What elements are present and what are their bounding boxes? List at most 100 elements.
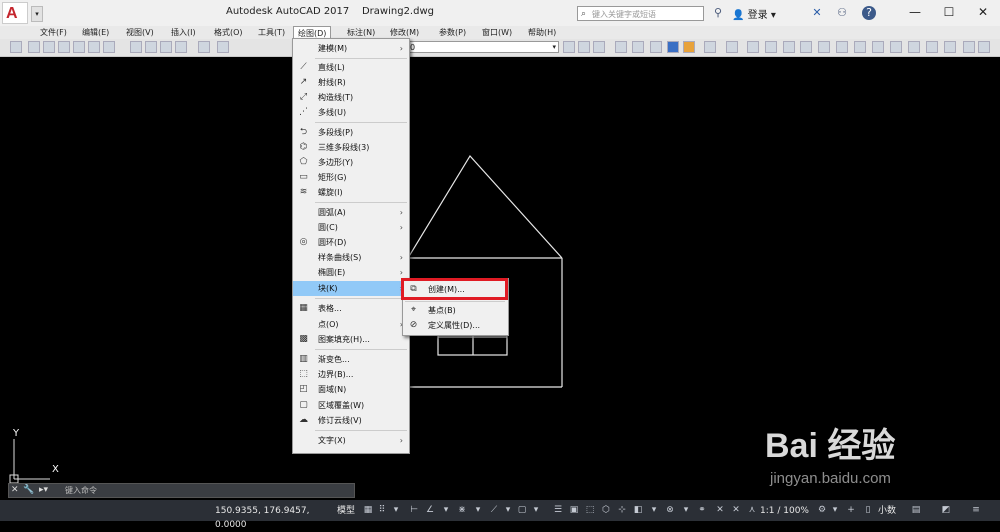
menu-insert[interactable]: 插入(I) xyxy=(167,26,200,39)
menu-edit[interactable]: 编辑(E) xyxy=(78,26,113,39)
menu-item-xline[interactable]: ⤢ 构造线(T) xyxy=(293,90,409,105)
toolbar-button[interactable] xyxy=(963,41,975,53)
menu-item-text[interactable]: 文字(X) › xyxy=(293,433,409,448)
model-space-button[interactable]: 模型 xyxy=(337,504,355,518)
toolbar-button[interactable] xyxy=(88,41,100,53)
auto-scale-icon[interactable]: ✕ xyxy=(730,504,742,516)
osnap-tracking-icon[interactable]: ⟋ xyxy=(488,504,500,516)
minimize-button[interactable]: — xyxy=(898,0,932,24)
annotation-scale-icon[interactable]: ✕ xyxy=(714,504,726,516)
command-line[interactable]: ✕ 🔧 ▸▾ 键入命令 xyxy=(8,483,355,498)
menu-item-wipeout[interactable]: ▢ 区域覆盖(W) xyxy=(293,398,409,413)
help-icon[interactable]: ? xyxy=(862,6,876,20)
toolbar-button[interactable] xyxy=(28,41,40,53)
menu-window[interactable]: 窗口(W) xyxy=(478,26,516,39)
toolbar-button[interactable] xyxy=(818,41,830,53)
toolbar-button[interactable] xyxy=(578,41,590,53)
toolbar-button[interactable] xyxy=(615,41,627,53)
ortho-icon[interactable]: ⊢ xyxy=(408,504,420,516)
menu-format[interactable]: 格式(O) xyxy=(210,26,247,39)
toolbar-button[interactable] xyxy=(800,41,812,53)
menu-item-mline[interactable]: ⋰ 多线(U) xyxy=(293,105,409,120)
menu-item-define-attribute[interactable]: ⊘ 定义属性(D)... xyxy=(403,318,508,333)
quick-access-dropdown[interactable]: ▾ xyxy=(31,6,43,22)
toolbar-button[interactable] xyxy=(704,41,716,53)
toolbar-button[interactable] xyxy=(747,41,759,53)
toolbar-button[interactable] xyxy=(683,41,695,53)
toolbar-button[interactable] xyxy=(130,41,142,53)
3d-osnap-icon[interactable]: ⬡ xyxy=(600,504,612,516)
toolbar-button[interactable] xyxy=(978,41,990,53)
toolbar-button[interactable] xyxy=(908,41,920,53)
menu-item-boundary[interactable]: ⬚ 边界(B)... xyxy=(293,367,409,382)
grid-icon[interactable]: ▦ xyxy=(362,504,374,516)
toolbar-button[interactable] xyxy=(726,41,738,53)
toolbar-button[interactable] xyxy=(73,41,85,53)
menu-item-ray[interactable]: ↗ 射线(R) xyxy=(293,75,409,90)
customize-menu-icon[interactable]: ≡ xyxy=(970,504,982,516)
toolbar-button[interactable] xyxy=(43,41,55,53)
menu-item-modeling[interactable]: 建模(M) › xyxy=(293,41,409,56)
menu-item-spline[interactable]: 样条曲线(S) › xyxy=(293,250,409,265)
toolbar-button[interactable] xyxy=(160,41,172,53)
toolbar-button[interactable] xyxy=(783,41,795,53)
menu-parametric[interactable]: 参数(P) xyxy=(435,26,470,39)
annotation-visibility-icon[interactable]: ⚭ xyxy=(696,504,708,516)
menu-item-ellipse[interactable]: 椭圆(E) › xyxy=(293,265,409,280)
menu-item-donut[interactable]: ◎ 圆环(D) xyxy=(293,235,409,250)
maximize-button[interactable]: ☐ xyxy=(932,0,966,24)
wrench-icon[interactable]: 🔧 xyxy=(23,484,34,497)
toolbar-button[interactable] xyxy=(667,41,679,53)
command-close-icon[interactable]: ✕ xyxy=(11,484,19,497)
annotation-scale-value[interactable]: 1:1 / 100% xyxy=(760,504,809,518)
menu-item-table[interactable]: ▦ 表格... xyxy=(293,301,409,316)
search-input[interactable]: ⌕ 键入关键字或短语 xyxy=(577,6,704,21)
binoculars-icon[interactable]: ⚲ xyxy=(711,6,725,20)
coordinates-readout[interactable]: 150.9355, 176.9457, 0.0000 xyxy=(215,504,335,530)
menu-item-3dpoly[interactable]: ⌬ 三维多段线(3) xyxy=(293,140,409,155)
zoom-icon[interactable] xyxy=(217,41,229,53)
menu-tools[interactable]: 工具(T) xyxy=(254,26,289,39)
toolbar-button[interactable] xyxy=(944,41,956,53)
chevron-down-icon[interactable]: ▾ xyxy=(648,504,660,516)
toolbar-button[interactable] xyxy=(563,41,575,53)
chevron-down-icon[interactable]: ▾ xyxy=(829,504,841,516)
menu-item-hatch[interactable]: ▩ 图案填充(H)... xyxy=(293,332,409,347)
menu-file[interactable]: 文件(F) xyxy=(36,26,71,39)
toolbar-button[interactable] xyxy=(872,41,884,53)
menu-item-circle[interactable]: 圆(C) › xyxy=(293,220,409,235)
gear-icon[interactable]: ⚙ xyxy=(816,504,828,516)
menu-help[interactable]: 帮助(H) xyxy=(524,26,560,39)
menu-item-line[interactable]: ⟋ 直线(L) xyxy=(293,60,409,75)
isodraft-icon[interactable]: ⋇ xyxy=(456,504,468,516)
toolbar-button[interactable] xyxy=(632,41,644,53)
chevron-down-icon[interactable]: ▾ xyxy=(502,504,514,516)
menu-view[interactable]: 视图(V) xyxy=(122,26,158,39)
chevron-down-icon[interactable]: ▾ xyxy=(680,504,692,516)
gizmo-icon[interactable]: ⊗ xyxy=(664,504,676,516)
units-icon[interactable]: ▯ xyxy=(862,504,874,516)
menu-item-block-basepoint[interactable]: ⌖ 基点(B) xyxy=(403,303,508,318)
selection-filter-icon[interactable]: ◧ xyxy=(632,504,644,516)
close-button[interactable]: ✕ xyxy=(966,0,1000,24)
isolate-objects-icon[interactable]: ◩ xyxy=(940,504,952,516)
toolbar-button[interactable] xyxy=(145,41,157,53)
menu-item-arc[interactable]: 圆弧(A) › xyxy=(293,205,409,220)
plus-icon[interactable]: + xyxy=(845,504,857,516)
dynamic-ucs-icon[interactable]: ⊹ xyxy=(616,504,628,516)
toolbar-button[interactable] xyxy=(198,41,210,53)
chevron-down-icon[interactable]: ▾ xyxy=(472,504,484,516)
snap-icon[interactable]: ⠿ xyxy=(376,504,388,516)
a360-icon[interactable]: ⚇ xyxy=(835,6,849,20)
menu-item-helix[interactable]: ≋ 螺旋(I) xyxy=(293,185,409,200)
units-value[interactable]: 小数 xyxy=(878,504,896,518)
menu-item-region[interactable]: ◰ 面域(N) xyxy=(293,382,409,397)
toolbar-button[interactable] xyxy=(175,41,187,53)
menu-item-gradient[interactable]: ▥ 渐变色... xyxy=(293,352,409,367)
menu-item-rectangle[interactable]: ▭ 矩形(G) xyxy=(293,170,409,185)
autocad-logo-button[interactable]: A xyxy=(2,2,28,24)
recent-commands-icon[interactable]: ▸▾ xyxy=(39,484,48,497)
layer-select[interactable]: 0 ▾ xyxy=(406,41,559,53)
toolbar-button[interactable] xyxy=(765,41,777,53)
selection-cycling-icon[interactable]: ⬚ xyxy=(584,504,596,516)
